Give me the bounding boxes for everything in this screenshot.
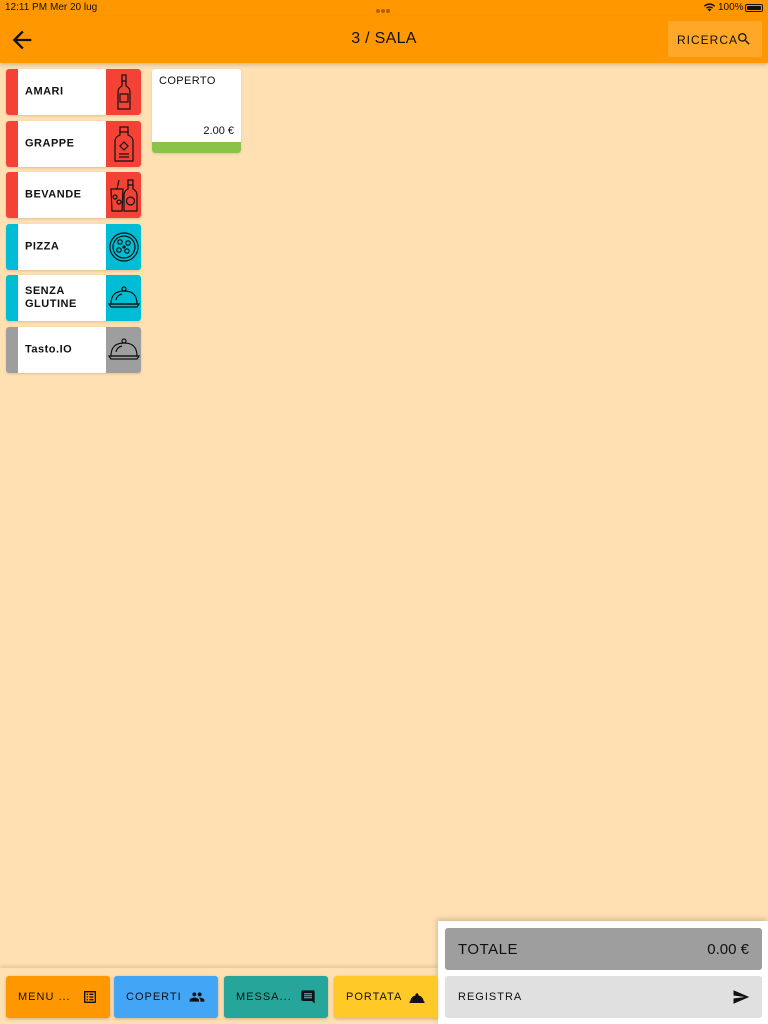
total-value: 0.00 € xyxy=(707,941,749,958)
product-tile-coperto[interactable]: COPERTO 2.00 € xyxy=(152,69,241,153)
category-label: Tasto.IO xyxy=(25,343,73,356)
status-time: 12:11 PM xyxy=(5,2,48,13)
portata-button-label: PORTATA xyxy=(346,991,403,1003)
register-button[interactable]: REGISTRA xyxy=(445,976,762,1018)
menu-list-icon xyxy=(84,991,96,1003)
category-color-bar xyxy=(6,275,18,321)
serving-dish-icon xyxy=(409,993,425,1003)
coperti-button-label: COPERTI xyxy=(126,991,182,1003)
register-button-label: REGISTRA xyxy=(458,991,523,1003)
category-label: SENZA GLUTINE xyxy=(25,285,77,310)
category-label: BEVANDE xyxy=(25,188,82,201)
category-color-bar xyxy=(6,224,18,270)
app-bar: 3 / SALA RICERCA xyxy=(0,16,768,63)
search-button[interactable]: RICERCA xyxy=(668,21,762,57)
category-senza-glutine[interactable]: SENZA GLUTINE xyxy=(6,275,141,321)
page-title: 3 / SALA xyxy=(351,30,417,47)
message-button[interactable]: MESSA... xyxy=(224,976,328,1018)
status-bar: 12:11 PM Mer 20 lug 100% xyxy=(0,0,768,16)
product-color-strip xyxy=(152,142,241,153)
send-icon xyxy=(733,990,750,1004)
pizza-icon xyxy=(108,232,139,262)
category-bevande[interactable]: BEVANDE xyxy=(6,172,141,218)
category-color-bar xyxy=(6,69,18,115)
battery-icon xyxy=(745,4,763,12)
total-label: TOTALE xyxy=(458,941,518,958)
coperti-button[interactable]: COPERTI xyxy=(114,976,218,1018)
battery-percent: 100% xyxy=(718,2,744,13)
search-icon xyxy=(738,33,750,45)
grappa-bottle-icon xyxy=(113,126,134,162)
drinks-icon xyxy=(109,179,138,212)
product-price: 2.00 € xyxy=(203,125,234,137)
cloche-icon xyxy=(107,286,140,308)
category-amari[interactable]: AMARI xyxy=(6,69,141,115)
status-date: Mer 20 lug xyxy=(50,2,98,13)
menu-button[interactable]: MENU ... xyxy=(6,976,110,1018)
category-label: AMARI xyxy=(25,85,64,98)
wifi-icon xyxy=(703,3,716,12)
people-icon xyxy=(189,992,205,1002)
message-button-label: MESSA... xyxy=(236,991,292,1003)
product-name: COPERTO xyxy=(159,75,216,87)
cloche-icon xyxy=(107,338,140,360)
total-display: TOTALE 0.00 € xyxy=(445,928,762,970)
menu-button-label: MENU ... xyxy=(18,991,71,1003)
category-color-bar xyxy=(6,327,18,373)
category-pizza[interactable]: PIZZA xyxy=(6,224,141,270)
multitasking-dots-icon[interactable] xyxy=(376,5,392,13)
category-color-bar xyxy=(6,172,18,218)
category-grappe[interactable]: GRAPPE xyxy=(6,121,141,167)
liquor-bottle-icon xyxy=(116,74,131,110)
portata-button[interactable]: PORTATA xyxy=(334,976,438,1018)
category-label: PIZZA xyxy=(25,240,60,253)
category-label: GRAPPE xyxy=(25,137,75,150)
message-icon xyxy=(301,990,315,1004)
search-button-label: RICERCA xyxy=(677,33,739,47)
category-tasto-io[interactable]: Tasto.IO xyxy=(6,327,141,373)
category-color-bar xyxy=(6,121,18,167)
